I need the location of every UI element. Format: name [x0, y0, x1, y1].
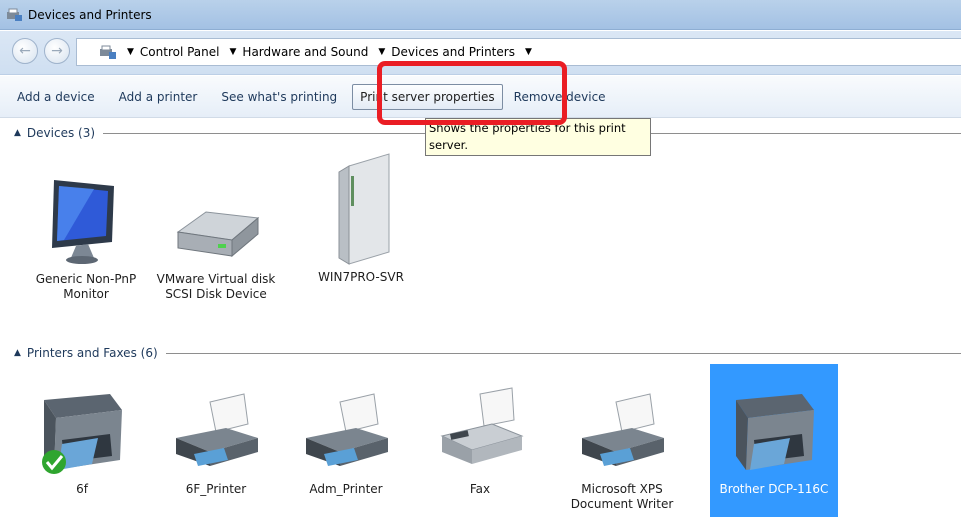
breadcrumb-control-panel[interactable]: Control Panel [140, 45, 220, 59]
collapse-triangle-icon: ▲ [14, 128, 21, 138]
title-bar: Devices and Printers [0, 0, 961, 30]
printer-tile-selected[interactable]: Brother DCP-116C [710, 364, 838, 517]
printer-icon [582, 393, 664, 466]
printer-tile[interactable]: 6f [22, 380, 142, 497]
group-title: Devices (3) [26, 126, 96, 140]
breadcrumb-hardware-and-sound[interactable]: ▼ Hardware and Sound [230, 45, 369, 59]
breadcrumb-devices-and-printers[interactable]: ▼ Devices and Printers [378, 45, 515, 59]
group-title: Printers and Faxes (6) [26, 346, 158, 360]
device-tile[interactable]: WIN7PRO-SVR [301, 148, 421, 288]
device-tile[interactable]: Generic Non-PnP Monitor [26, 170, 146, 302]
devices-printers-icon [7, 8, 22, 21]
chevron-down-icon: ▼ [524, 47, 532, 57]
add-device-button[interactable]: Add a device [14, 86, 98, 108]
device-label: Generic Non-PnP Monitor [35, 272, 137, 301]
printer-label: Fax [469, 482, 491, 496]
breadcrumb-more-chevron[interactable]: ▼ [525, 47, 538, 57]
see-whats-printing-button[interactable]: See what's printing [218, 86, 340, 108]
tooltip-line: server. [429, 138, 469, 152]
device-tile[interactable]: VMware Virtual disk SCSI Disk Device [156, 170, 276, 302]
chevron-down-icon: ▼ [229, 47, 237, 57]
computer-tower-icon [338, 153, 390, 265]
collapse-triangle-icon: ▲ [14, 348, 21, 358]
breadcrumb-label: Devices and Printers [391, 45, 515, 59]
printer-icon [306, 393, 388, 466]
breadcrumb-root-chevron[interactable]: ▼ [127, 47, 140, 57]
group-divider [165, 352, 961, 354]
printer-label: 6F_Printer [185, 482, 247, 496]
printer-label: Microsoft XPS Document Writer [570, 482, 674, 511]
printer-label: 6f [76, 482, 88, 496]
printer-tile[interactable]: Fax [420, 380, 540, 497]
multifunction-printer-icon [42, 394, 122, 474]
forward-arrow-icon: → [51, 43, 63, 59]
hard-disk-icon [176, 211, 260, 258]
printer-icon [176, 393, 258, 466]
printers-group-header[interactable]: ▲ Printers and Faxes (6) [14, 346, 961, 360]
multifunction-printer-icon [736, 394, 814, 470]
forward-button[interactable]: → [44, 38, 70, 64]
fax-icon [440, 387, 524, 464]
highlight-box [377, 61, 567, 125]
device-label: VMware Virtual disk SCSI Disk Device [156, 272, 276, 301]
printer-tile[interactable]: 6F_Printer [156, 380, 276, 497]
back-arrow-icon: ← [19, 43, 31, 59]
printer-label: Brother DCP-116C [719, 482, 829, 496]
chevron-down-icon: ▼ [378, 47, 386, 57]
printer-label: Adm_Printer [309, 482, 383, 496]
control-panel-icon [100, 45, 116, 59]
printer-tile[interactable]: Adm_Printer [286, 380, 406, 497]
add-printer-button[interactable]: Add a printer [116, 86, 201, 108]
device-label: WIN7PRO-SVR [318, 270, 404, 284]
breadcrumb-label: Hardware and Sound [242, 45, 369, 59]
chevron-down-icon: ▼ [127, 47, 134, 57]
back-button[interactable]: ← [12, 38, 38, 64]
printer-tile[interactable]: Microsoft XPS Document Writer [562, 380, 682, 512]
window-title: Devices and Printers [28, 7, 152, 22]
breadcrumb-label: Control Panel [139, 45, 220, 59]
monitor-icon [52, 180, 114, 264]
